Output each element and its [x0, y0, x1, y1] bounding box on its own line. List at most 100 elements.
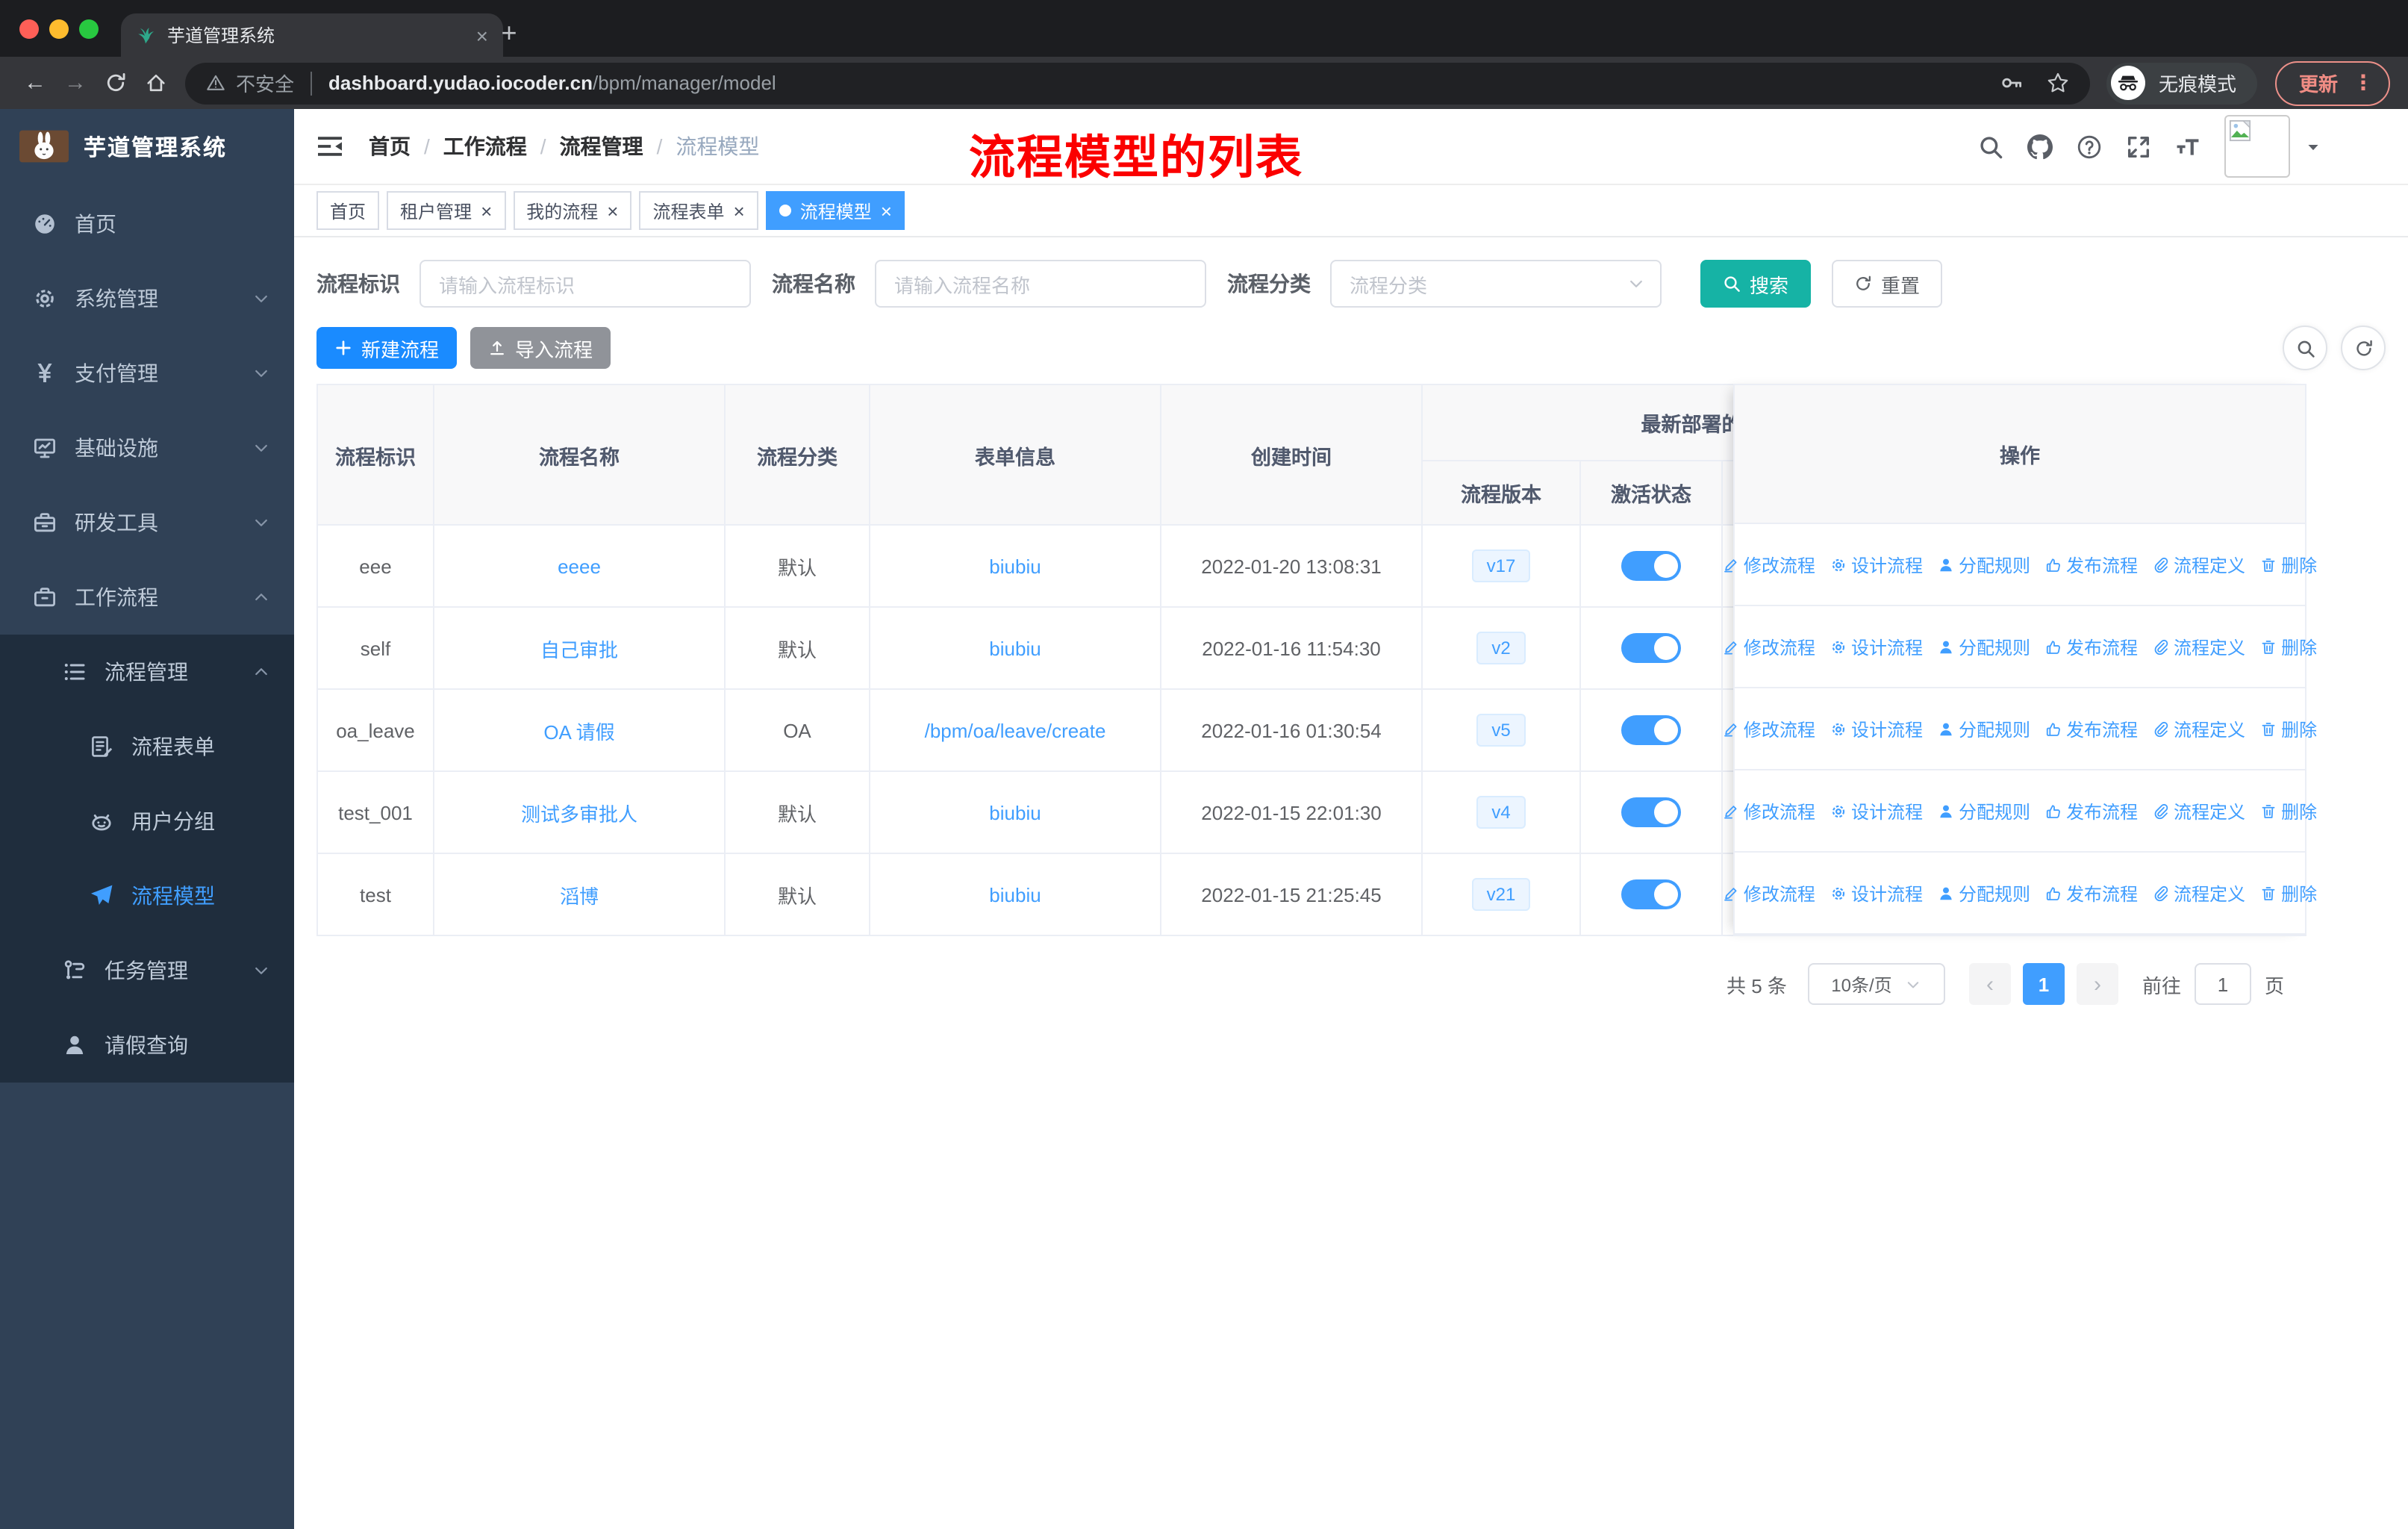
process-name-link[interactable]: 自己审批: [540, 638, 618, 661]
address-bar[interactable]: 不安全 dashboard.yudao.iocoder.cn/bpm/manag…: [185, 62, 2090, 104]
design-action-link[interactable]: 设计流程: [1830, 716, 1923, 741]
publish-action-link[interactable]: 发布流程: [2045, 880, 2138, 906]
assign-action-link[interactable]: 分配规则: [1938, 880, 2030, 906]
delete-action-link[interactable]: 删除: [2260, 716, 2317, 741]
form-info-link[interactable]: biubiu: [989, 637, 1041, 659]
process-key-input[interactable]: 请输入流程标识: [419, 260, 751, 308]
browser-menu-dots-icon[interactable]: ⋮: [2353, 70, 2374, 96]
tag[interactable]: 流程模型 ×: [765, 191, 905, 230]
edit-action-link[interactable]: 修改流程: [1723, 716, 1815, 741]
design-action-link[interactable]: 设计流程: [1830, 552, 1923, 577]
bookmark-star-icon[interactable]: [2047, 72, 2069, 94]
sidebar-item[interactable]: 工作流程: [0, 560, 294, 635]
definition-action-link[interactable]: 流程定义: [2153, 798, 2245, 823]
definition-action-link[interactable]: 流程定义: [2153, 552, 2245, 577]
window-zoom-button[interactable]: [79, 19, 99, 39]
avatar[interactable]: [2224, 115, 2290, 178]
form-info-link[interactable]: biubiu: [989, 883, 1041, 906]
publish-action-link[interactable]: 发布流程: [2045, 552, 2138, 577]
sidebar-item[interactable]: 首页: [0, 187, 294, 261]
delete-action-link[interactable]: 删除: [2260, 880, 2317, 906]
edit-action-link[interactable]: 修改流程: [1723, 552, 1815, 577]
process-name-link[interactable]: OA 请假: [543, 720, 614, 743]
toggle-search-button[interactable]: [2283, 326, 2327, 370]
home-icon[interactable]: [136, 72, 176, 94]
search-button[interactable]: 搜索: [1700, 260, 1812, 308]
active-toggle[interactable]: [1621, 633, 1681, 663]
tag-close-icon[interactable]: ×: [881, 201, 892, 220]
reload-icon[interactable]: [96, 72, 136, 94]
sidebar-item[interactable]: 研发工具: [0, 485, 294, 560]
tag-close-icon[interactable]: ×: [734, 201, 745, 220]
active-toggle[interactable]: [1621, 715, 1681, 745]
definition-action-link[interactable]: 流程定义: [2153, 634, 2245, 659]
browser-tab[interactable]: 芋道管理系统 ×: [121, 13, 503, 57]
page-size-select[interactable]: 10条/页: [1807, 963, 1945, 1005]
form-info-link[interactable]: biubiu: [989, 801, 1041, 823]
breadcrumb-item[interactable]: 首页: [369, 131, 411, 161]
publish-action-link[interactable]: 发布流程: [2045, 716, 2138, 741]
new-tab-button[interactable]: +: [493, 18, 525, 49]
tag-close-icon[interactable]: ×: [481, 201, 492, 220]
edit-action-link[interactable]: 修改流程: [1723, 798, 1815, 823]
assign-action-link[interactable]: 分配规则: [1938, 634, 2030, 659]
edit-action-link[interactable]: 修改流程: [1723, 880, 1815, 906]
process-name-input[interactable]: 请输入流程名称: [875, 260, 1206, 308]
design-action-link[interactable]: 设计流程: [1830, 634, 1923, 659]
search-icon[interactable]: [1978, 134, 2003, 159]
publish-action-link[interactable]: 发布流程: [2045, 634, 2138, 659]
tag[interactable]: 我的流程 ×: [513, 191, 632, 230]
update-button[interactable]: 更新 ⋮: [2274, 60, 2390, 105]
page-button-1[interactable]: 1: [2022, 963, 2065, 1005]
design-action-link[interactable]: 设计流程: [1830, 798, 1923, 823]
sidebar-item[interactable]: 流程管理: [0, 635, 294, 709]
category-select[interactable]: 流程分类: [1330, 260, 1662, 308]
tag[interactable]: 租户管理 ×: [387, 191, 506, 230]
assign-action-link[interactable]: 分配规则: [1938, 798, 2030, 823]
breadcrumb-item[interactable]: 流程模型: [643, 131, 759, 161]
breadcrumb-item[interactable]: 流程管理: [527, 131, 643, 161]
forward-icon[interactable]: →: [55, 70, 96, 96]
sidebar-item[interactable]: 系统管理: [0, 261, 294, 336]
import-process-button[interactable]: 导入流程: [470, 327, 611, 369]
assign-action-link[interactable]: 分配规则: [1938, 552, 2030, 577]
prev-page-button[interactable]: ‹: [1968, 963, 2011, 1005]
font-size-icon[interactable]: [2175, 134, 2200, 159]
process-name-link[interactable]: eeee: [558, 555, 601, 577]
process-name-link[interactable]: 滔博: [560, 885, 599, 907]
breadcrumb-item[interactable]: 工作流程: [411, 131, 527, 161]
tag[interactable]: 流程表单 ×: [639, 191, 758, 230]
tab-close-icon[interactable]: ×: [476, 23, 488, 47]
form-info-link[interactable]: /bpm/oa/leave/create: [925, 719, 1106, 741]
design-action-link[interactable]: 设计流程: [1830, 880, 1923, 906]
sidebar-item[interactable]: 流程模型: [0, 859, 294, 933]
process-name-link[interactable]: 测试多审批人: [521, 803, 637, 825]
definition-action-link[interactable]: 流程定义: [2153, 880, 2245, 906]
active-toggle[interactable]: [1621, 551, 1681, 581]
active-toggle[interactable]: [1621, 797, 1681, 827]
refresh-table-button[interactable]: [2341, 326, 2386, 370]
github-icon[interactable]: [2027, 134, 2053, 159]
delete-action-link[interactable]: 删除: [2260, 634, 2317, 659]
sidebar-collapse-icon[interactable]: [316, 133, 343, 160]
password-key-icon[interactable]: [2000, 72, 2023, 94]
sidebar-item[interactable]: 用户分组: [0, 784, 294, 859]
assign-action-link[interactable]: 分配规则: [1938, 716, 2030, 741]
fullscreen-icon[interactable]: [2126, 134, 2151, 159]
publish-action-link[interactable]: 发布流程: [2045, 798, 2138, 823]
sidebar-item[interactable]: 支付管理: [0, 336, 294, 411]
delete-action-link[interactable]: 删除: [2260, 798, 2317, 823]
tag-close-icon[interactable]: ×: [607, 201, 618, 220]
window-minimize-button[interactable]: [49, 19, 69, 39]
back-icon[interactable]: ←: [15, 70, 55, 96]
active-toggle[interactable]: [1621, 879, 1681, 909]
window-close-button[interactable]: [19, 19, 39, 39]
goto-page-input[interactable]: 1: [2194, 963, 2251, 1005]
form-info-link[interactable]: biubiu: [989, 555, 1041, 577]
sidebar-item[interactable]: 任务管理: [0, 933, 294, 1008]
definition-action-link[interactable]: 流程定义: [2153, 716, 2245, 741]
sidebar-item[interactable]: 流程表单: [0, 709, 294, 784]
next-page-button[interactable]: ›: [2076, 963, 2118, 1005]
tag[interactable]: 首页: [316, 191, 380, 230]
delete-action-link[interactable]: 删除: [2260, 552, 2317, 577]
